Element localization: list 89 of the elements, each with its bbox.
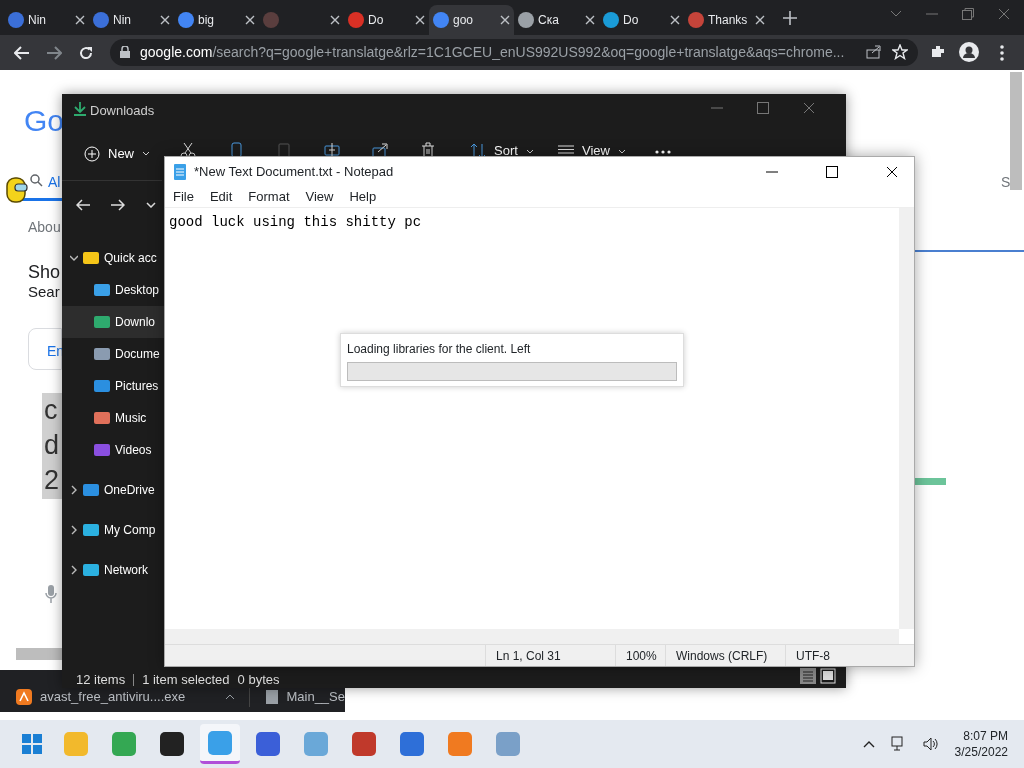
nav-item[interactable]: Quick acc: [62, 242, 164, 274]
status-text: UTF-8: [785, 645, 885, 666]
caret-icon: [617, 148, 626, 154]
chevron-up-icon[interactable]: [862, 740, 875, 748]
nav-item[interactable]: Music: [62, 402, 164, 434]
sticker-icon: [3, 176, 29, 206]
result-heading: Sho: [28, 261, 61, 284]
nav-item[interactable]: Docume: [62, 338, 164, 370]
download-item[interactable]: avast_free_antiviru....exe: [0, 687, 250, 707]
tab-underline: [20, 198, 62, 201]
profile-icon[interactable]: [959, 42, 979, 62]
start-icon[interactable]: [22, 734, 42, 754]
microphone-icon[interactable]: [45, 585, 57, 603]
browser-tab[interactable]: Do: [344, 5, 429, 35]
menu-icon[interactable]: [1000, 45, 1004, 61]
browser-tab[interactable]: goo: [429, 5, 514, 35]
nav-item[interactable]: My Comp: [62, 514, 164, 546]
extensions-icon[interactable]: [930, 44, 946, 60]
sort-button[interactable]: Sort: [470, 143, 534, 159]
back-icon[interactable]: [14, 46, 30, 60]
caret-icon: [525, 148, 534, 154]
download-icon: [74, 102, 86, 116]
volume-icon[interactable]: [922, 736, 939, 752]
reload-icon[interactable]: [78, 45, 94, 61]
status-text: 12 items: [76, 671, 126, 689]
status-text: 0 bytes: [237, 671, 280, 689]
caret-icon[interactable]: [225, 694, 236, 700]
document-text[interactable]: good luck using this shitty pc: [169, 214, 422, 230]
share-icon[interactable]: [866, 45, 882, 59]
chevron-icon[interactable]: [70, 525, 78, 535]
file-icon: [266, 690, 279, 704]
restore-icon[interactable]: [962, 8, 974, 20]
status-text: Windows (CRLF): [665, 645, 785, 666]
chevron-icon[interactable]: [70, 565, 78, 575]
scrollbar-thumb[interactable]: [1010, 72, 1022, 190]
caret-icon: [142, 151, 150, 157]
search-tab[interactable]: Al: [48, 172, 61, 193]
browser-tab[interactable]: Ска: [514, 5, 599, 35]
nav-item[interactable]: OneDrive: [62, 474, 164, 506]
menu-item[interactable]: Edit: [201, 187, 241, 207]
nav-item[interactable]: Desktop: [62, 274, 164, 306]
results-info: Abou: [28, 218, 61, 237]
menu-item[interactable]: Format: [240, 187, 298, 207]
menu-item[interactable]: Help: [341, 187, 385, 207]
chevron-icon[interactable]: [70, 253, 78, 263]
address-bar[interactable]: google.com/search?q=google+translatge&rlz=1C1GCEU_enUS992US992&oq=google+translatge&aqs=chrome...: [110, 39, 918, 66]
status-text: Ln 1, Col 31: [485, 645, 615, 666]
clock[interactable]: 8:07 PM 3/25/2022: [954, 728, 1008, 760]
browser-tab[interactable]: big: [174, 5, 259, 35]
new-tab-icon[interactable]: [783, 11, 797, 25]
close-icon[interactable]: [886, 166, 898, 178]
accent-bar: [915, 478, 946, 485]
search-icon: [30, 174, 43, 187]
nav-item[interactable]: Network: [62, 554, 164, 586]
sort-icon: [470, 143, 486, 159]
chevron-icon[interactable]: [70, 485, 78, 495]
maximize-icon[interactable]: [826, 166, 838, 178]
scrollbar-thumb[interactable]: [16, 648, 62, 660]
highlighted-text: c d 2: [42, 393, 64, 499]
browser-tab[interactable]: Thanks: [684, 5, 769, 35]
dialog-message: Loading libraries for the client. Left: [347, 341, 532, 358]
browser-tab[interactable]: Nin: [4, 5, 89, 35]
back-icon[interactable]: [76, 199, 90, 211]
plus-icon: [84, 145, 100, 162]
nav-item[interactable]: Downlo: [62, 306, 164, 338]
rename-icon[interactable]: [324, 142, 340, 159]
logo-text: Go: [24, 103, 65, 139]
delete-icon[interactable]: [420, 142, 436, 159]
more-icon[interactable]: [655, 150, 671, 154]
share-icon[interactable]: [372, 142, 388, 159]
side-letter: S: [1001, 173, 1011, 192]
window-title: *New Text Document.txt - Notepad: [194, 163, 394, 182]
browser-tab[interactable]: Nin: [89, 5, 174, 35]
menu-item[interactable]: File: [165, 187, 202, 207]
new-button[interactable]: New: [76, 140, 158, 168]
menu-item[interactable]: View: [297, 187, 342, 207]
status-text: 100%: [615, 645, 665, 666]
nav-item[interactable]: Pictures: [62, 370, 164, 402]
window-title: Downloads: [90, 102, 155, 120]
tiles-view-icon[interactable]: [820, 668, 836, 684]
star-icon[interactable]: [892, 44, 908, 60]
notepad-icon: [174, 164, 186, 180]
lock-icon: [120, 46, 130, 58]
installer-icon: [16, 689, 32, 705]
result-subheading: Sear: [28, 282, 60, 302]
copy-icon[interactable]: [228, 142, 244, 159]
nav-item[interactable]: Videos: [62, 434, 164, 466]
browser-tab[interactable]: Do: [599, 5, 684, 35]
status-text: 1 item selected: [142, 671, 230, 689]
